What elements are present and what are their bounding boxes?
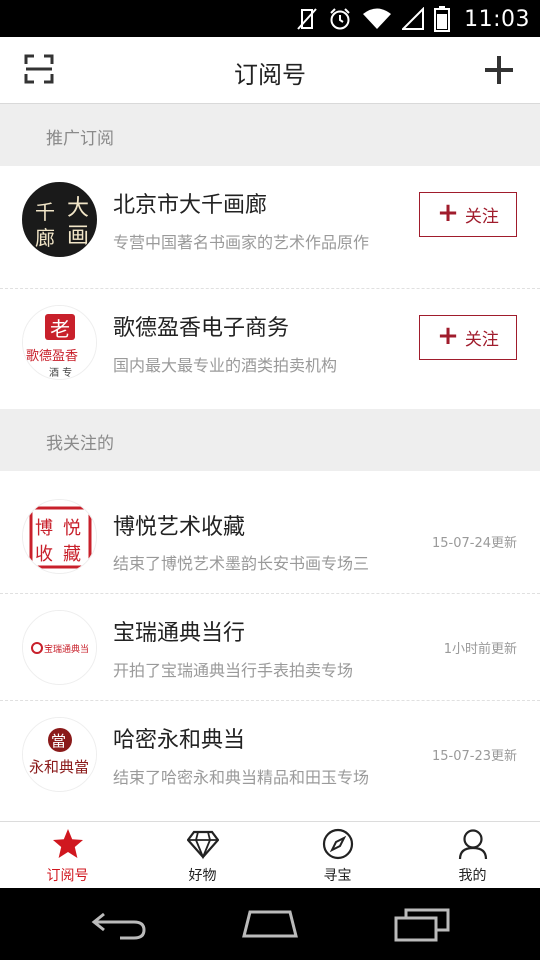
tab-label: 订阅号 [46, 868, 89, 884]
item-name: 北京市大千画廊 [113, 193, 268, 218]
item-name: 宝瑞通典当行 [113, 621, 246, 646]
update-time: 15-07-23更新 [431, 749, 517, 764]
avatar: 博 悦 收 藏 [22, 499, 97, 574]
home-icon[interactable] [240, 906, 300, 942]
section-header-following: 我关注的 [0, 409, 540, 471]
battery-icon [434, 6, 451, 32]
star-icon [52, 829, 83, 858]
svg-text:画: 画 [67, 224, 89, 249]
svg-text:悦: 悦 [63, 518, 81, 539]
item-description: 开拍了宝瑞通典当行手表拍卖专场 [113, 661, 354, 680]
compass-icon [322, 828, 353, 860]
system-nav-bar [0, 888, 540, 960]
svg-text:宝瑞通典当: 宝瑞通典当 [44, 643, 89, 655]
status-icons: 11:03 [296, 4, 530, 34]
tab-treasure-hunt[interactable]: 寻宝 [270, 822, 405, 888]
svg-text:廊: 廊 [35, 226, 55, 250]
list-item[interactable]: 博 悦 收 藏 博悦艺术收藏 结束了博悦艺术墨韵长安书画专场三 15-07-24… [0, 471, 540, 592]
follow-label: 关注 [464, 207, 499, 227]
avatar: 大 千 画 廊 [22, 182, 97, 257]
vibrate-off-icon [297, 8, 317, 30]
item-name: 博悦艺术收藏 [113, 515, 246, 540]
follow-button[interactable]: + 关注 [419, 192, 517, 237]
plus-icon: + [437, 198, 459, 228]
follow-button[interactable]: + 关注 [419, 315, 517, 360]
item-description: 专营中国著名书画家的艺术作品原作 [113, 233, 370, 252]
tab-label: 好物 [188, 868, 217, 884]
update-time: 15-07-24更新 [431, 536, 517, 551]
svg-text:大: 大 [67, 196, 89, 221]
avatar: 老 歌德盈香 酒 专 [22, 305, 97, 380]
tab-subscriptions[interactable]: 订阅号 [0, 822, 135, 888]
list-item[interactable]: 大 千 画 廊 北京市大千画廊 专营中国著名书画家的艺术作品原作 + 关注 [0, 166, 540, 272]
tab-label: 寻宝 [323, 868, 352, 884]
diamond-icon [186, 830, 219, 860]
svg-text:歌德盈香: 歌德盈香 [26, 349, 78, 364]
goethe-logo-icon: 老 歌德盈香 酒 专 [23, 306, 96, 379]
avatar: 宝瑞通典当 [22, 610, 97, 685]
section-header-promoted: 推广订阅 [0, 104, 540, 166]
list-item[interactable]: 老 歌德盈香 酒 专 歌德盈香电子商务 国内最大最专业的酒类拍卖机构 + 关注 [0, 289, 540, 395]
recents-icon[interactable] [392, 906, 452, 942]
bottom-tab-bar: 订阅号 好物 寻宝 我的 [0, 821, 540, 888]
svg-text:千: 千 [35, 200, 55, 224]
item-description: 国内最大最专业的酒类拍卖机构 [113, 356, 338, 375]
follow-label: 关注 [464, 330, 499, 350]
svg-text:收: 收 [35, 544, 53, 565]
list-item[interactable]: 宝瑞通典当 宝瑞通典当行 开拍了宝瑞通典当行手表拍卖专场 1小时前更新 [0, 594, 540, 700]
update-time: 1小时前更新 [443, 642, 517, 657]
avatar: 當 永和典當 [22, 717, 97, 792]
gallery-logo-icon: 大 千 画 廊 [23, 183, 96, 256]
person-icon [458, 829, 487, 860]
section-title: 我关注的 [46, 434, 114, 454]
svg-text:酒 专: 酒 专 [49, 366, 72, 379]
item-description: 结束了博悦艺术墨韵长安书画专场三 [113, 554, 370, 573]
tab-me[interactable]: 我的 [405, 822, 540, 888]
item-description: 结束了哈密永和典当精品和田玉专场 [113, 768, 370, 787]
page-title: 订阅号 [234, 61, 306, 89]
svg-text:博: 博 [35, 518, 53, 539]
svg-text:藏: 藏 [63, 544, 81, 565]
status-bar: 11:03 [0, 0, 540, 37]
section-title: 推广订阅 [46, 129, 114, 149]
yonghe-logo-icon: 當 永和典當 [23, 718, 96, 791]
add-icon[interactable] [483, 54, 515, 86]
tab-goods[interactable]: 好物 [135, 822, 270, 888]
tab-label: 我的 [458, 868, 487, 884]
status-time: 11:03 [464, 6, 530, 32]
cell-signal-icon [402, 7, 425, 30]
baoruitong-logo-icon: 宝瑞通典当 [23, 611, 96, 684]
list-item[interactable]: 當 永和典當 哈密永和典当 结束了哈密永和典当精品和田玉专场 15-07-23更… [0, 701, 540, 820]
alarm-icon [330, 8, 350, 30]
svg-text:永和典當: 永和典當 [29, 758, 89, 776]
plus-icon: + [437, 321, 459, 351]
seal-logo-icon: 博 悦 收 藏 [23, 500, 96, 573]
svg-text:老: 老 [50, 317, 70, 341]
item-name: 哈密永和典当 [113, 728, 246, 753]
title-bar: 订阅号 [0, 37, 540, 104]
wifi-icon [363, 8, 392, 29]
svg-text:當: 當 [51, 732, 66, 750]
back-icon[interactable] [90, 906, 150, 942]
item-name: 歌德盈香电子商务 [113, 316, 290, 341]
